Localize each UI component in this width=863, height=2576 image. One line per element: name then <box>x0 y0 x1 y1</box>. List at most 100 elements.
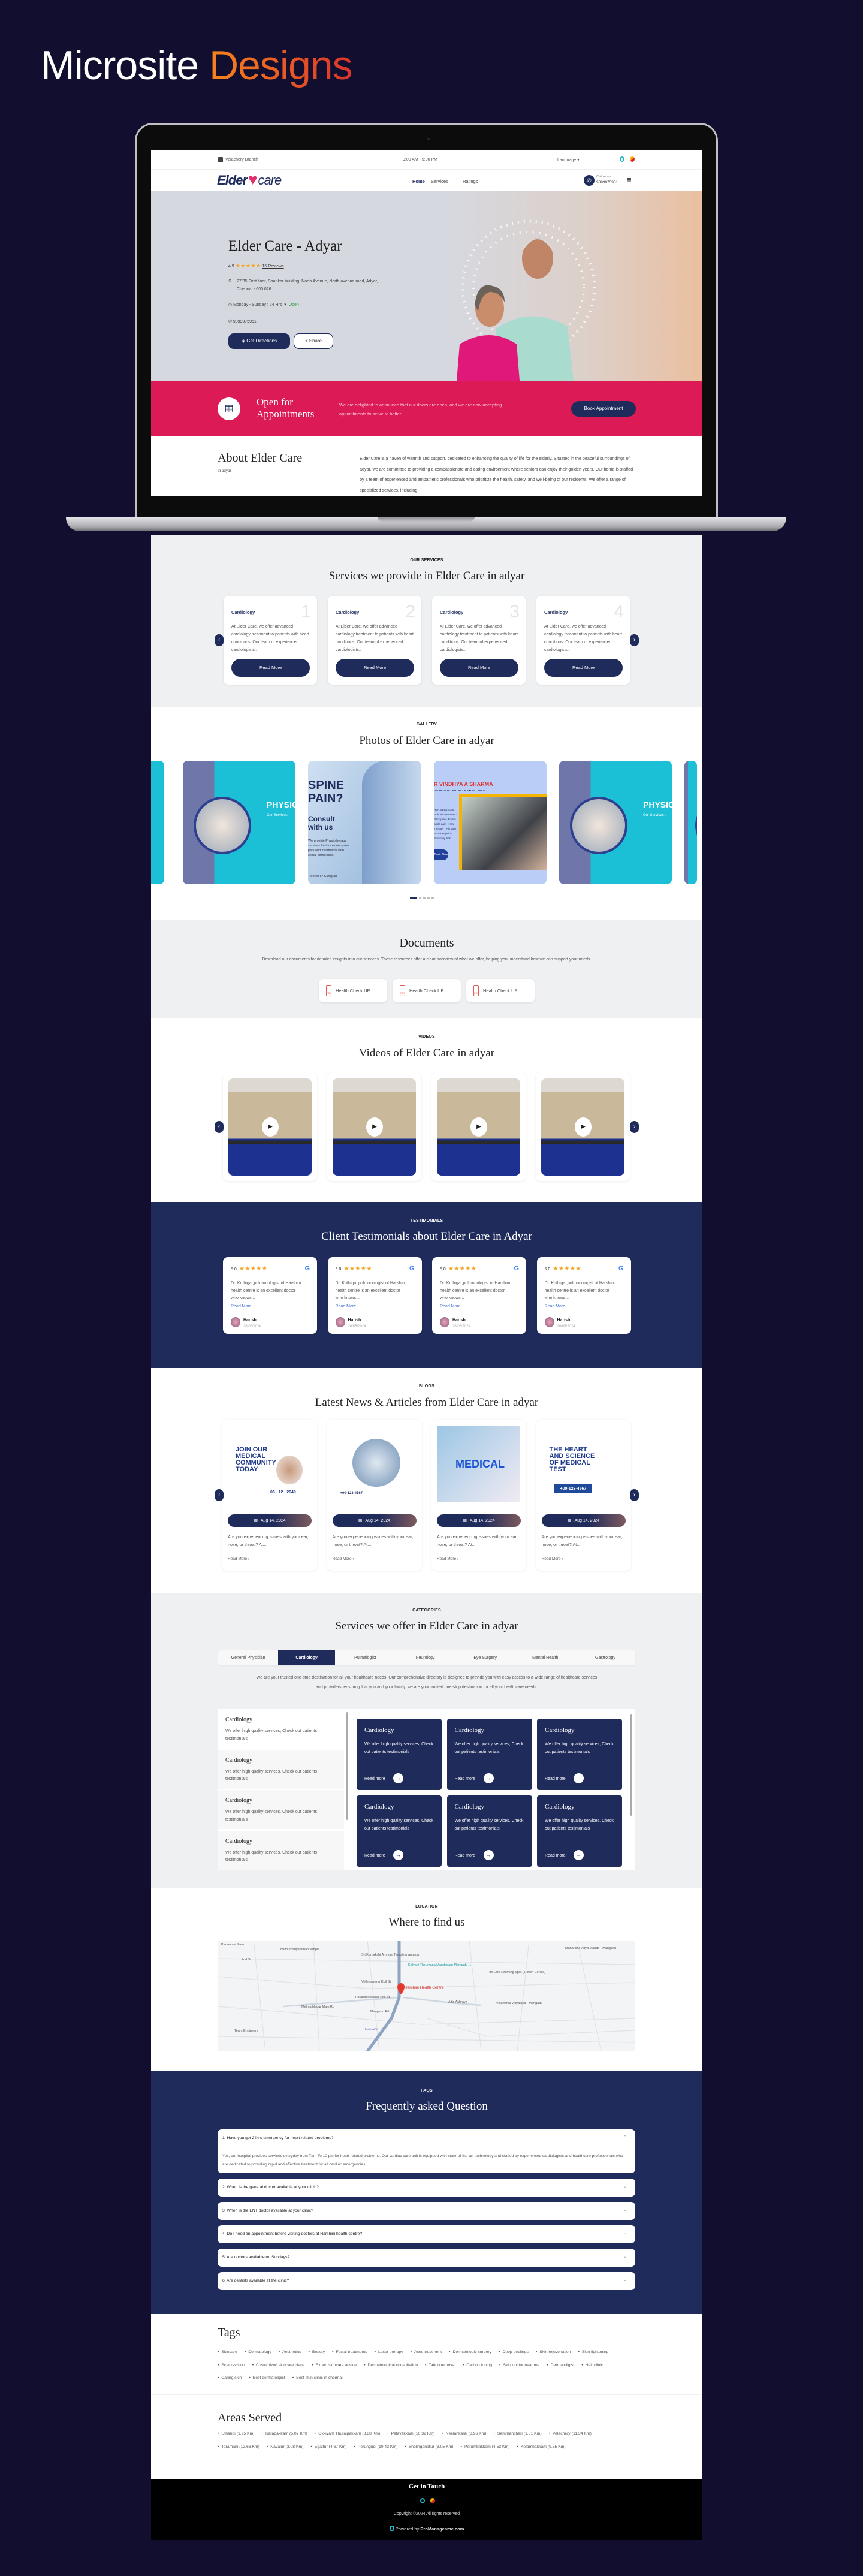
tag-item[interactable]: • Hair clinic <box>581 2359 603 2372</box>
gallery-image[interactable]: PHYSIOTH Our Services : <box>559 761 672 884</box>
category-card[interactable]: Cardiology We offer high quality services… <box>446 1795 532 1867</box>
tag-item[interactable]: • Skin tightening <box>578 2346 608 2359</box>
language-select[interactable]: Language ▾ <box>557 158 580 162</box>
nav-services[interactable]: Services <box>431 179 448 184</box>
blog-read-more[interactable]: Read More › <box>542 1557 563 1561</box>
read-more-link[interactable]: Read More <box>336 1304 357 1309</box>
category-list-item[interactable]: Cardiology We offer high quality services… <box>218 1709 344 1748</box>
blog-card[interactable]: JOIN OUR MEDICAL COMMUNITY TODAY 06 . 12 … <box>222 1420 317 1571</box>
play-button-icon[interactable]: ▶ <box>262 1117 279 1137</box>
tab-mental-health[interactable]: Mental Health <box>515 1650 575 1665</box>
logo[interactable]: Elder♥care <box>217 171 282 188</box>
read-more-button[interactable]: Read More <box>336 659 414 677</box>
document-card[interactable]: PDF Health Check UP <box>393 979 461 1002</box>
tab-gastrology[interactable]: Gastrology <box>575 1650 635 1665</box>
map-embed[interactable]: Harshini Health Centre Kannamal Illam mu… <box>218 1941 635 2051</box>
tab-cardiology[interactable]: Cardiology <box>278 1650 336 1665</box>
prev-arrow-button[interactable]: ‹ <box>215 1489 224 1501</box>
tag-item[interactable]: • Scar revision <box>218 2359 245 2372</box>
category-card[interactable]: Cardiology We offer high quality services… <box>357 1795 442 1867</box>
reviews-link[interactable]: 15 Reviews <box>262 264 283 269</box>
tag-item[interactable]: • Customized skincare plans <box>252 2359 305 2372</box>
tag-item[interactable]: • Dermatology <box>245 2346 271 2359</box>
prev-arrow-button[interactable]: ‹ <box>215 634 224 646</box>
next-arrow-button[interactable]: › <box>630 634 639 646</box>
faq-item[interactable]: 4. Do I need an appointment before visit… <box>218 2225 635 2243</box>
nav-ratings[interactable]: Ratings <box>463 179 478 184</box>
video-card[interactable]: ▶ <box>327 1072 421 1181</box>
get-directions-button[interactable]: ◈ Get Directions <box>228 333 290 349</box>
read-more-link[interactable]: Read More <box>440 1304 461 1309</box>
category-card[interactable]: Cardiology We offer high quality services… <box>446 1719 532 1790</box>
read-more-button[interactable]: Read More <box>440 659 518 677</box>
tag-item[interactable]: • Aesthetics <box>279 2346 301 2359</box>
category-card[interactable]: Cardiology We offer high quality services… <box>537 1795 622 1867</box>
hero-phone[interactable]: ✆ 9899075951 <box>228 319 257 324</box>
tag-item[interactable]: • Best dermatoligist <box>249 2372 285 2385</box>
blog-read-more[interactable]: Read More › <box>437 1557 458 1561</box>
read-more-link[interactable]: Read More <box>231 1304 252 1309</box>
blog-card[interactable]: MEDICAL ▦ Aug 14, 2024 Are you experiencing… <box>432 1420 526 1571</box>
carousel-dot[interactable] <box>432 897 434 899</box>
grid-scrollbar[interactable] <box>630 1714 632 1816</box>
next-arrow-button[interactable]: › <box>630 1121 639 1133</box>
tag-item[interactable]: • Skin doctor near me <box>499 2359 539 2372</box>
next-arrow-button[interactable]: › <box>630 1489 639 1501</box>
tab-pulmalogist[interactable]: Pulmalogist <box>335 1650 395 1665</box>
promanage-icon[interactable] <box>420 2498 425 2503</box>
tag-item[interactable]: • Tattoo removal <box>425 2359 455 2372</box>
nav-home[interactable]: Home <box>412 179 425 184</box>
faq-item[interactable]: 3. When is the ENT doctor available at y… <box>218 2202 635 2220</box>
tag-item[interactable]: • Dermatoligist <box>547 2359 574 2372</box>
carousel-dot[interactable] <box>419 897 421 899</box>
share-button[interactable]: < Share <box>294 333 333 349</box>
tag-item[interactable]: • Skincare <box>218 2346 237 2359</box>
tag-item[interactable]: • Dermatologic surgery <box>449 2346 491 2359</box>
social-icon[interactable] <box>430 2498 435 2503</box>
hamburger-menu-icon[interactable]: ≡ <box>627 175 632 184</box>
document-card[interactable]: PDF Health Check UP <box>466 979 535 1002</box>
blog-read-more[interactable]: Read More › <box>333 1557 354 1561</box>
tag-item[interactable]: • Expert skincare advice <box>312 2359 357 2372</box>
tag-item[interactable]: • Caring skin <box>218 2372 242 2385</box>
read-more-button[interactable]: Read More <box>231 659 310 677</box>
video-card[interactable]: ▶ <box>432 1072 526 1181</box>
tab-eye-surgery[interactable]: Eye Surgery <box>455 1650 515 1665</box>
blog-card[interactable]: +00-123-4567 ▦ Aug 14, 2024 Are you experie… <box>327 1420 422 1571</box>
gallery-image[interactable] <box>151 761 164 884</box>
tag-item[interactable]: • Facial treatments <box>332 2346 367 2359</box>
category-card[interactable]: Cardiology We offer high quality services… <box>537 1719 622 1790</box>
category-list-item[interactable]: Cardiology We offer high quality services… <box>218 1790 344 1829</box>
list-scrollbar[interactable] <box>346 1712 348 1820</box>
tab-neurology[interactable]: Neurology <box>395 1650 455 1665</box>
gallery-image[interactable]: SPINE PAIN? Consult with us We provide Phy… <box>308 761 421 884</box>
promanage-icon[interactable] <box>620 156 624 162</box>
gallery-image[interactable]: R VINDHYA A SHARMA IVE MOTION CENTRE OF E… <box>434 761 547 884</box>
faq-item[interactable]: 5. Are doctors available on Sundays? ⌄ <box>218 2249 635 2267</box>
tab-general-physician[interactable]: General Physician <box>218 1650 278 1665</box>
play-button-icon[interactable]: ▶ <box>470 1117 487 1137</box>
faq-item[interactable]: 2. When is the general doctor available … <box>218 2179 635 2197</box>
tag-item[interactable]: • Best skin clinic in chennai <box>292 2372 343 2385</box>
tag-item[interactable]: • Acne treatment <box>411 2346 442 2359</box>
category-list-item[interactable]: Cardiology We offer high quality services… <box>218 1749 344 1789</box>
tag-item[interactable]: • Dermatological consultation <box>364 2359 418 2372</box>
carousel-dot[interactable] <box>410 897 417 899</box>
prev-arrow-button[interactable]: ‹ <box>215 1121 224 1133</box>
video-card[interactable]: ▶ <box>536 1072 630 1181</box>
powered-by-link[interactable]: Powered by ProManagesme.com <box>151 2526 702 2532</box>
faq-item[interactable]: 6. Are dentists available at the clinic?… <box>218 2272 635 2290</box>
read-more-link[interactable]: Read More <box>545 1304 566 1309</box>
category-list-item[interactable]: Cardiology We offer high quality services… <box>218 1830 344 1870</box>
gallery-image[interactable]: PHYSIOTH Our Services : <box>183 761 295 884</box>
play-button-icon[interactable]: ▶ <box>575 1117 592 1137</box>
carousel-dot[interactable] <box>427 897 430 899</box>
play-button-icon[interactable]: ▶ <box>366 1117 383 1137</box>
hero-hours[interactable]: ◷ Monday - Sunday : 24 Hrs ▾ Open <box>228 302 299 307</box>
call-number[interactable]: 9899075951 <box>596 180 618 185</box>
social-icon[interactable] <box>630 156 635 162</box>
book-appointment-button[interactable]: Book Appointment <box>571 401 636 417</box>
tag-item[interactable]: • Carbon toning <box>463 2359 492 2372</box>
tag-item[interactable]: • Deep peelings <box>499 2346 529 2359</box>
document-card[interactable]: PDF Health Check UP <box>319 979 387 1002</box>
